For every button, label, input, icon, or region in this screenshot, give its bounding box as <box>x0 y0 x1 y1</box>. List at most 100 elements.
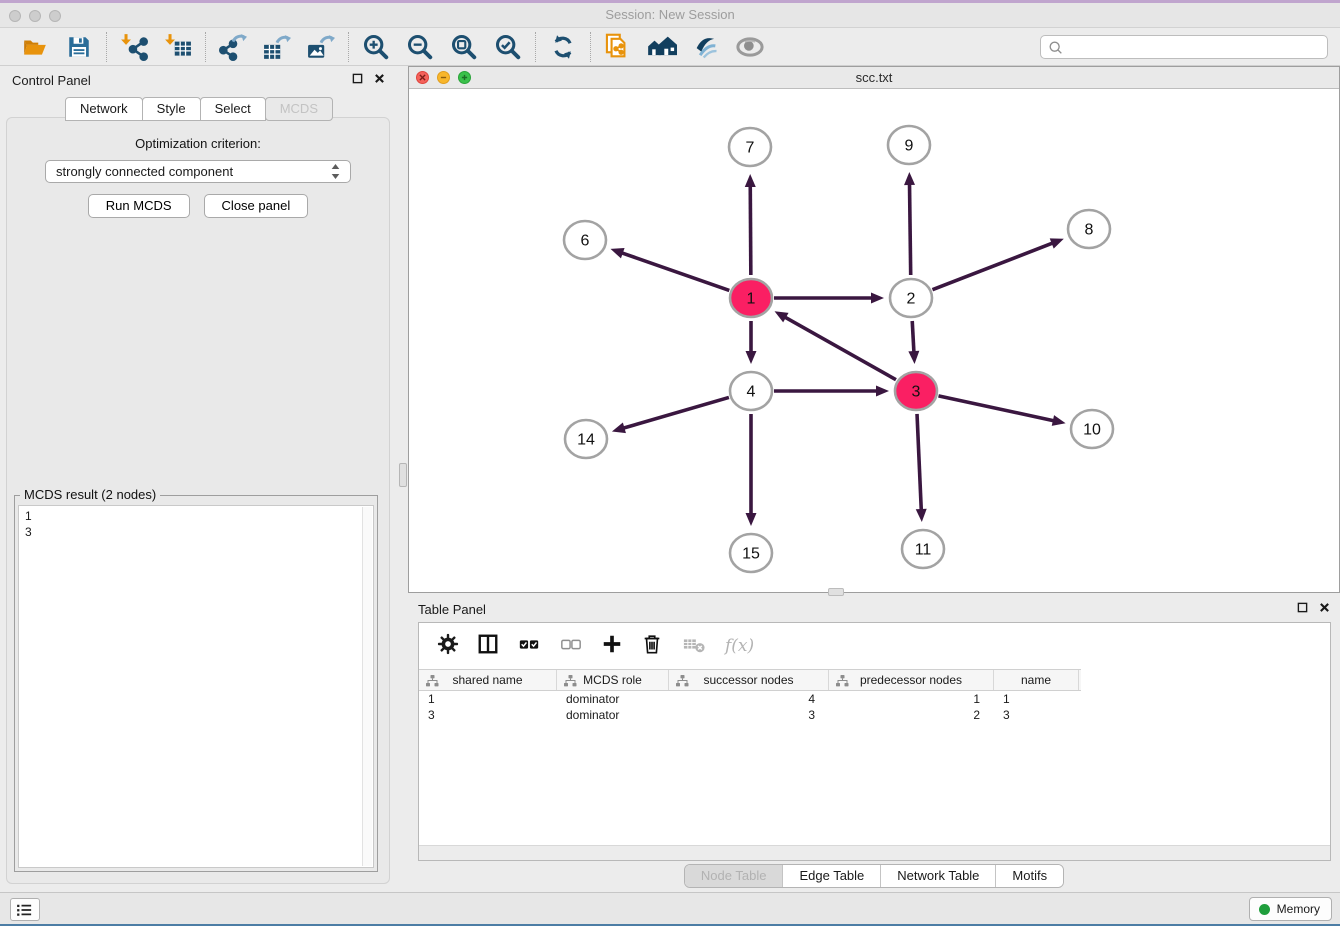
close-table-panel-icon[interactable] <box>1319 600 1330 618</box>
close-window-button[interactable] <box>9 10 21 22</box>
search-input[interactable] <box>1067 40 1327 54</box>
table-row[interactable]: 1dominator411 <box>419 691 1330 707</box>
optimization-criterion-label: Optimization criterion: <box>7 136 389 151</box>
task-history-button[interactable] <box>10 898 40 921</box>
export-image-button[interactable] <box>303 32 339 62</box>
float-panel-icon[interactable] <box>352 71 363 89</box>
split-columns-button[interactable] <box>477 633 499 660</box>
table-cell[interactable]: 2 <box>829 708 994 722</box>
import-network-button[interactable] <box>116 32 152 62</box>
graph-edge-2-3[interactable] <box>912 321 914 353</box>
export-network-button[interactable] <box>215 32 251 62</box>
delete-table-button[interactable] <box>681 633 707 660</box>
graph-edge-1-6[interactable] <box>621 253 729 291</box>
tab-style[interactable]: Style <box>142 97 201 121</box>
column-header-predecessor-nodes[interactable]: predecessor nodes <box>829 670 994 690</box>
network-window-titlebar[interactable]: scc.txt <box>409 67 1339 89</box>
graph-node-label: 10 <box>1083 422 1101 439</box>
tab-motifs[interactable]: Motifs <box>995 865 1063 887</box>
neighbors-home-button[interactable] <box>644 32 680 62</box>
result-scrollbar[interactable] <box>362 507 372 866</box>
close-panel-icon[interactable] <box>374 71 385 89</box>
graph-edge-arrow <box>610 248 624 258</box>
tab-node-table[interactable]: Node Table <box>685 865 783 887</box>
mcds-result-area[interactable]: 1 3 <box>18 505 374 868</box>
table-cell[interactable]: 3 <box>419 708 557 722</box>
table-header-row: shared name MCDS rolesuccessor nodesprede… <box>419 669 1081 691</box>
graph-node-label: 8 <box>1085 222 1094 239</box>
column-header-shared-name[interactable]: shared name <box>419 670 557 690</box>
table-row[interactable]: 3dominator323 <box>419 707 1330 723</box>
column-header-mcds-role[interactable]: MCDS role <box>557 670 669 690</box>
search-field[interactable] <box>1040 35 1328 59</box>
network-minimize-button[interactable] <box>437 71 450 84</box>
import-network-icon <box>120 33 148 61</box>
graph-edge-3-10[interactable] <box>938 396 1054 421</box>
export-table-icon <box>263 33 291 61</box>
table-cell[interactable]: 1 <box>419 692 557 706</box>
tab-select[interactable]: Select <box>200 97 266 121</box>
graph-edge-1-7[interactable] <box>750 185 751 275</box>
save-session-button[interactable] <box>61 32 97 62</box>
criterion-value: strongly connected component <box>56 164 331 179</box>
network-canvas[interactable]: 7968124314101511 <box>409 89 1339 592</box>
hierarchy-sort-icon <box>564 675 577 690</box>
table-cell[interactable]: 1 <box>994 692 1079 706</box>
delete-column-button[interactable] <box>641 633 663 660</box>
table-cell[interactable]: dominator <box>557 692 669 706</box>
graph-edge-arrow <box>871 293 884 304</box>
network-close-button[interactable] <box>416 71 429 84</box>
graph-edge-arrow <box>745 174 756 187</box>
deselect-all-columns-button[interactable] <box>559 633 583 660</box>
memory-button[interactable]: Memory <box>1249 897 1332 921</box>
add-column-button[interactable] <box>601 633 623 660</box>
graph-edge-3-11[interactable] <box>917 414 921 511</box>
table-cell[interactable]: 1 <box>829 692 994 706</box>
table-cell[interactable]: 4 <box>669 692 829 706</box>
mcds-panel: Optimization criterion: strongly connect… <box>6 117 390 884</box>
column-header-name[interactable]: name <box>994 670 1079 690</box>
table-cell[interactable]: 3 <box>669 708 829 722</box>
table-hscroll-area[interactable] <box>419 845 1330 860</box>
run-mcds-button[interactable]: Run MCDS <box>88 194 190 218</box>
tab-mcds[interactable]: MCDS <box>265 97 333 121</box>
column-header-successor-nodes[interactable]: successor nodes <box>669 670 829 690</box>
vertical-divider-handle[interactable] <box>399 463 407 487</box>
graph-edge-2-9[interactable] <box>909 183 910 275</box>
select-all-columns-button[interactable] <box>517 633 541 660</box>
column-label: shared name <box>452 673 522 687</box>
table-cell[interactable]: dominator <box>557 708 669 722</box>
zoom-window-button[interactable] <box>49 10 61 22</box>
refresh-button[interactable] <box>545 32 581 62</box>
hide-graphics-eye-button[interactable] <box>732 32 768 62</box>
zoom-out-button[interactable] <box>402 32 438 62</box>
graph-edge-4-14[interactable] <box>622 397 728 428</box>
window-controls[interactable] <box>9 10 61 22</box>
minimize-window-button[interactable] <box>29 10 41 22</box>
open-folder-icon <box>21 34 49 60</box>
import-table-button[interactable] <box>160 32 196 62</box>
show-graphics-details-button[interactable] <box>688 32 724 62</box>
table-cell[interactable]: 3 <box>994 708 1079 722</box>
horizontal-divider-handle[interactable] <box>828 588 844 596</box>
float-table-panel-icon[interactable] <box>1297 600 1308 618</box>
table-tabs-row: Node TableEdge TableNetwork TableMotifs <box>408 864 1340 888</box>
table-settings-button[interactable] <box>437 633 459 660</box>
tab-network-table[interactable]: Network Table <box>880 865 995 887</box>
export-table-button[interactable] <box>259 32 295 62</box>
network-zoom-button[interactable] <box>458 71 471 84</box>
duplicate-network-button[interactable] <box>600 32 636 62</box>
tab-network[interactable]: Network <box>65 97 143 121</box>
graph-edge-2-8[interactable] <box>932 243 1053 290</box>
close-panel-button[interactable]: Close panel <box>204 194 309 218</box>
zoom-in-button[interactable] <box>358 32 394 62</box>
main-toolbar <box>0 28 1340 66</box>
function-builder-button[interactable]: f(x) <box>725 636 754 656</box>
open-session-button[interactable] <box>17 32 53 62</box>
tab-edge-table[interactable]: Edge Table <box>782 865 880 887</box>
zoom-fit-button[interactable] <box>446 32 482 62</box>
graph-node-label: 15 <box>742 546 760 563</box>
criterion-select[interactable]: strongly connected component <box>45 160 351 183</box>
zoom-selected-button[interactable] <box>490 32 526 62</box>
graph-edge-3-1[interactable] <box>784 317 896 380</box>
